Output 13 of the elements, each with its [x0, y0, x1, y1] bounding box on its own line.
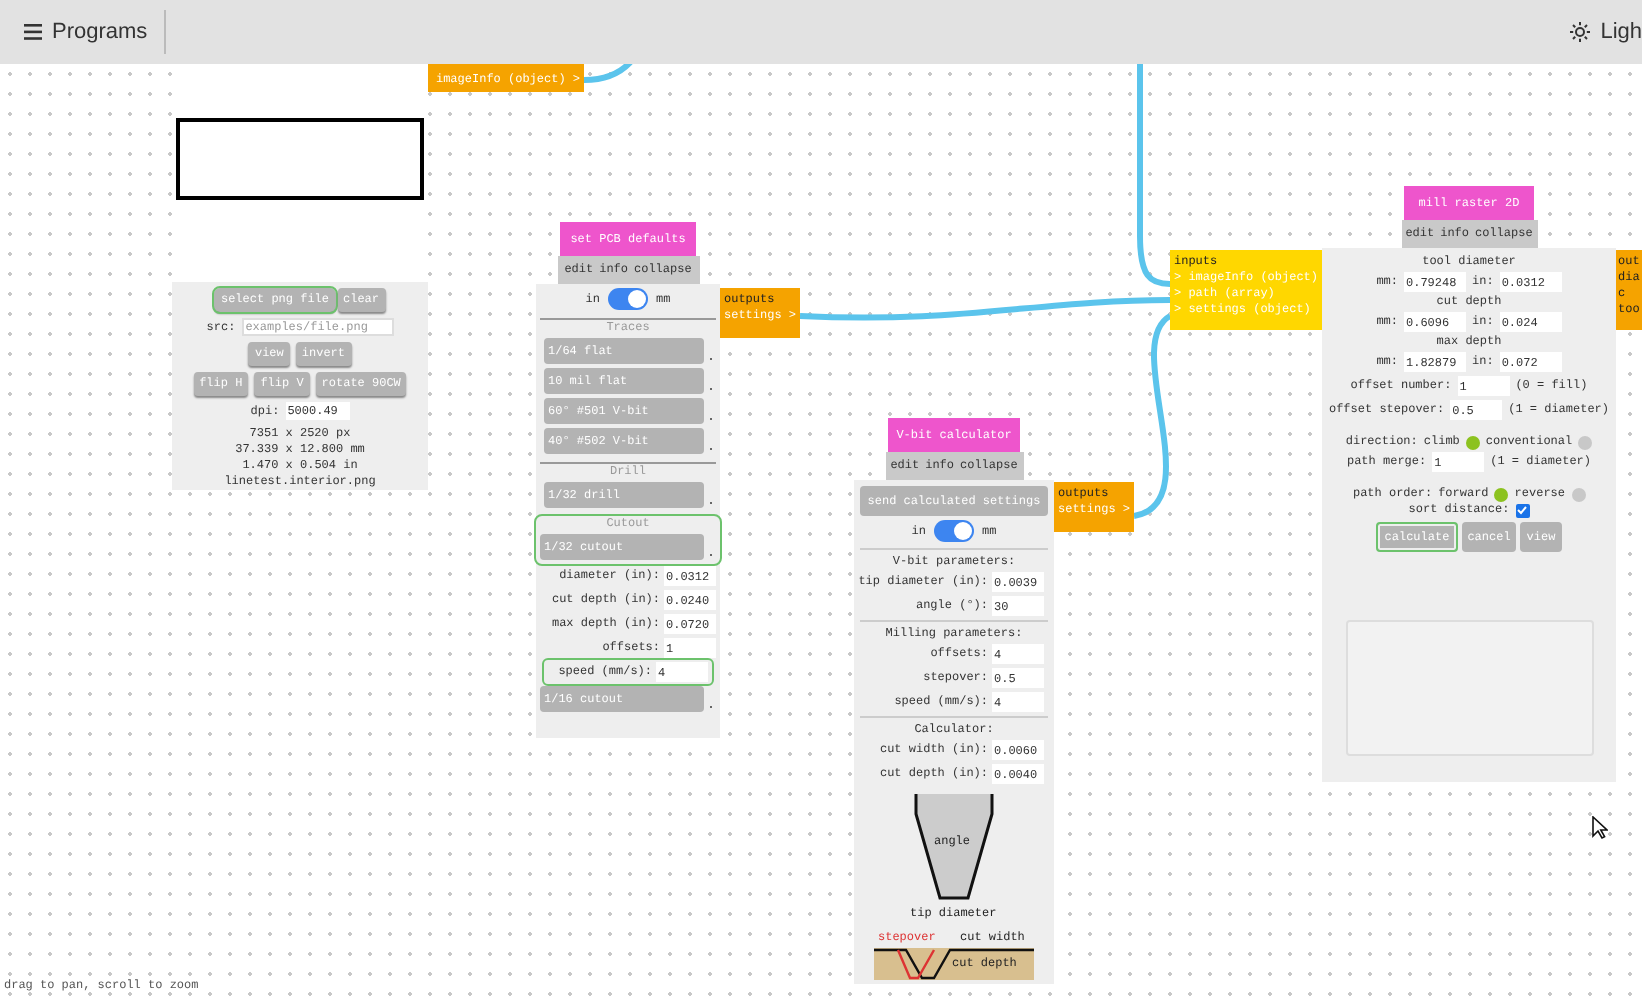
- radio-button[interactable]: [1578, 435, 1593, 449]
- vbit-drawing: [914, 794, 994, 904]
- cursor-icon: [1592, 816, 1608, 840]
- radio-button[interactable]: [1571, 487, 1586, 501]
- checkbox[interactable]: [1515, 503, 1530, 517]
- programs-button[interactable]: Programs: [24, 15, 148, 49]
- radio-button[interactable]: [1465, 435, 1480, 449]
- unit-toggle[interactable]: [608, 288, 648, 310]
- unit-toggle[interactable]: [934, 520, 974, 542]
- theme-button[interactable]: Ligh: [1570, 15, 1642, 49]
- sun-icon: [1570, 22, 1591, 42]
- radio-button[interactable]: [1494, 487, 1509, 501]
- menu-icon: [24, 24, 42, 40]
